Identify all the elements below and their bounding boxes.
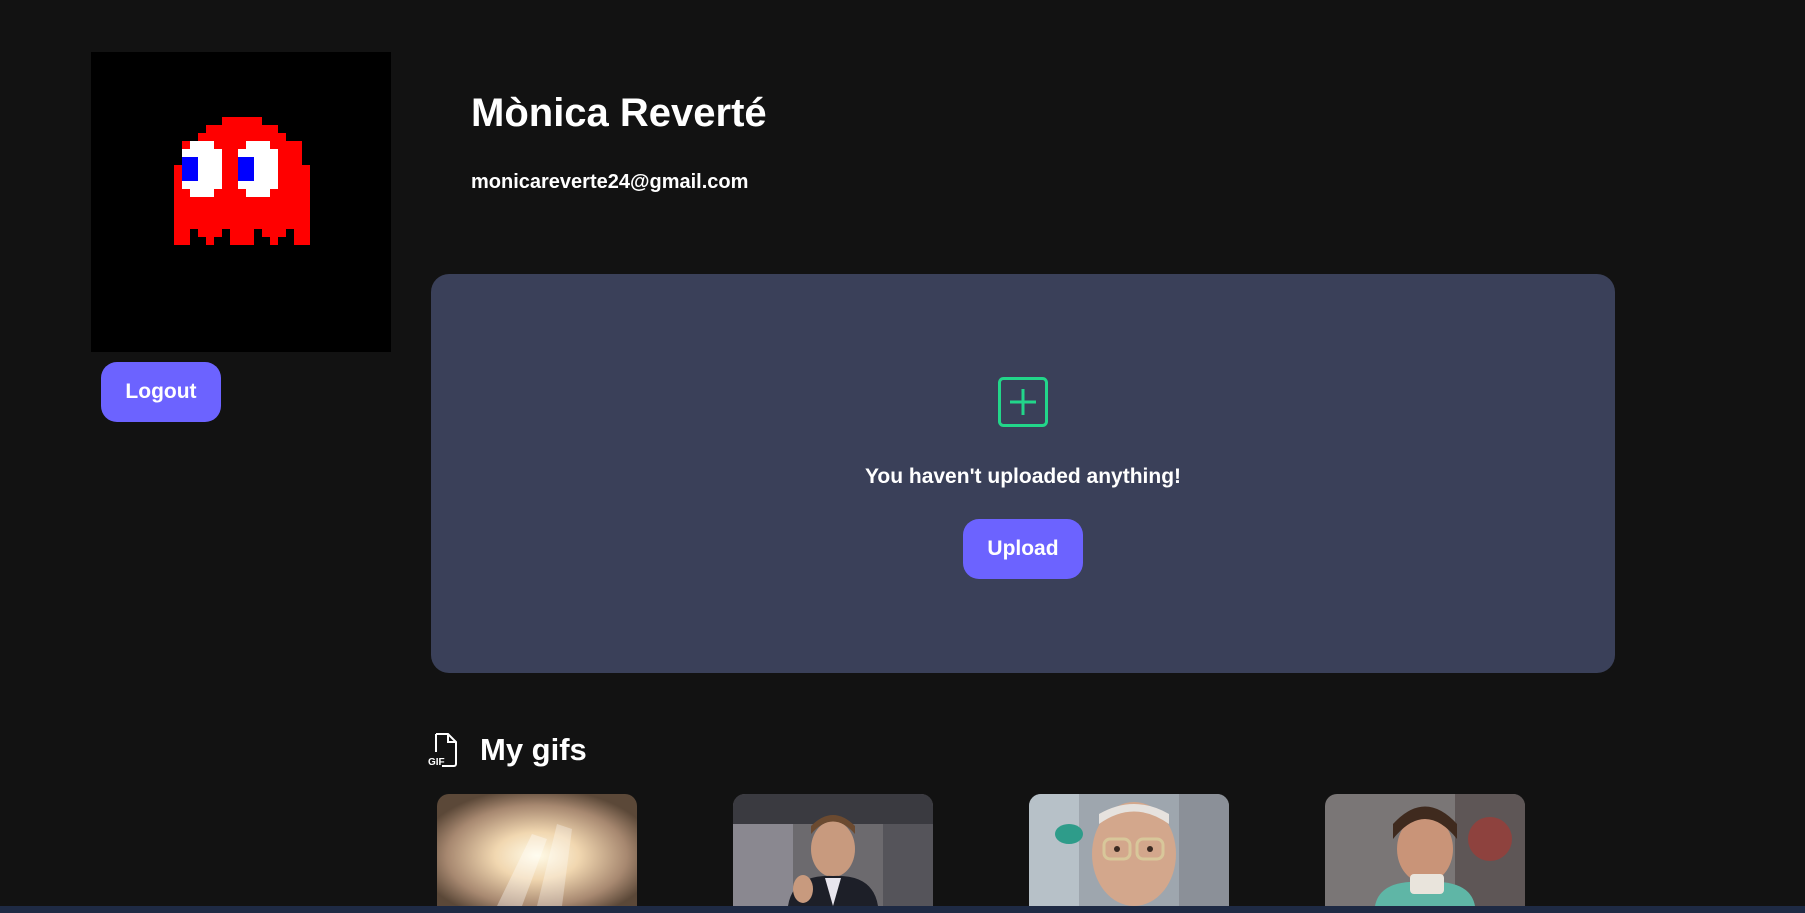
- gif-thumbnail[interactable]: [1325, 794, 1525, 906]
- section-title: My gifs: [480, 732, 587, 767]
- gif-thumbnail[interactable]: [733, 794, 933, 906]
- my-gifs-header: GIF My gifs: [428, 730, 587, 770]
- profile-page: Logout Mònica Reverté monicareverte24@gm…: [0, 0, 1805, 913]
- logout-button[interactable]: Logout: [101, 362, 221, 422]
- user-name: Mònica Reverté: [471, 91, 767, 135]
- plus-square-icon[interactable]: [998, 377, 1048, 427]
- gif-thumbnail[interactable]: [437, 794, 637, 906]
- empty-upload-message: You haven't uploaded anything!: [864, 465, 1182, 488]
- user-email: monicareverte24@gmail.com: [471, 171, 749, 193]
- avatar: [91, 52, 391, 352]
- upload-button[interactable]: Upload: [963, 519, 1083, 579]
- pixel-ghost-icon: [174, 117, 310, 245]
- gif-file-icon: GIF: [428, 733, 457, 768]
- bottom-bar: [0, 906, 1805, 913]
- svg-text:GIF: GIF: [428, 757, 445, 768]
- upload-panel: You haven't uploaded anything! Upload: [431, 274, 1615, 673]
- gif-thumbnail[interactable]: [1029, 794, 1229, 906]
